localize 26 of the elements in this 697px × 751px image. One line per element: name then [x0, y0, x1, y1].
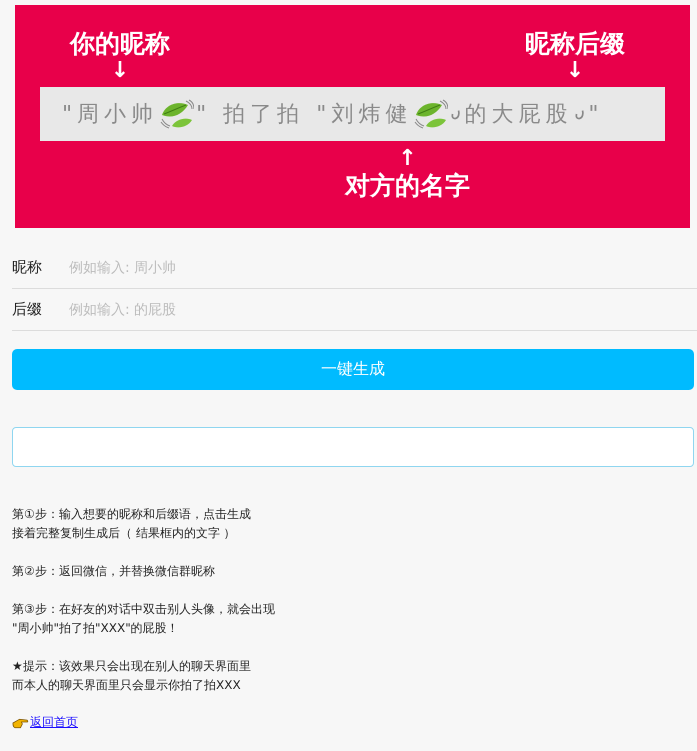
input-field[interactable]: 例如输入: 的屁股 — [67, 300, 571, 318]
arrow-icon: ↓ — [110, 59, 130, 83]
instruction-text: ★提示：该效果只会出现在别人的聊天界面里 — [12, 658, 252, 675]
banner-label: 你的昵称 — [70, 29, 170, 59]
input-field[interactable]: 例如输入: 周小帅 — [67, 258, 571, 276]
result-field[interactable] — [12, 427, 694, 467]
instruction-text: 第①步：输入想要的昵称和后缀语，点击生成 — [12, 506, 252, 523]
message-text: "周小帅 — [62, 101, 158, 129]
leaf-icon — [160, 99, 194, 129]
banner-label: 昵称后缀 — [525, 29, 625, 59]
instruction-text: 接着完整复制生成后（ 结果框内的文字 ） — [12, 525, 237, 542]
arrow-icon: ↑ — [398, 147, 417, 171]
instruction-text: "周小帅"拍了拍"XXX"的屁股！ — [12, 620, 180, 637]
back-home-link[interactable]: 返回首页 — [30, 714, 78, 731]
instruction-text: 第②步：返回微信，并替换微信群昵称 — [12, 563, 216, 580]
leaf-icon — [414, 99, 448, 129]
instruction-text: 第③步：在好友的对话中双击别人头像，就会出现 — [12, 601, 276, 618]
banner-label: 对方的名字 — [345, 171, 470, 201]
instruction-text: 而本人的聊天界面里只会显示你拍了拍XXX — [12, 677, 242, 694]
message-text: " 拍了拍 "刘炜健 — [196, 101, 412, 129]
pointing-hand-icon — [12, 716, 29, 728]
message-text: " — [588, 102, 604, 126]
message-text: 的大屁股 — [464, 101, 572, 129]
field-label: 昵称 — [12, 258, 43, 277]
arrow-icon: ↓ — [566, 59, 584, 83]
field-label: 后缀 — [12, 300, 43, 319]
